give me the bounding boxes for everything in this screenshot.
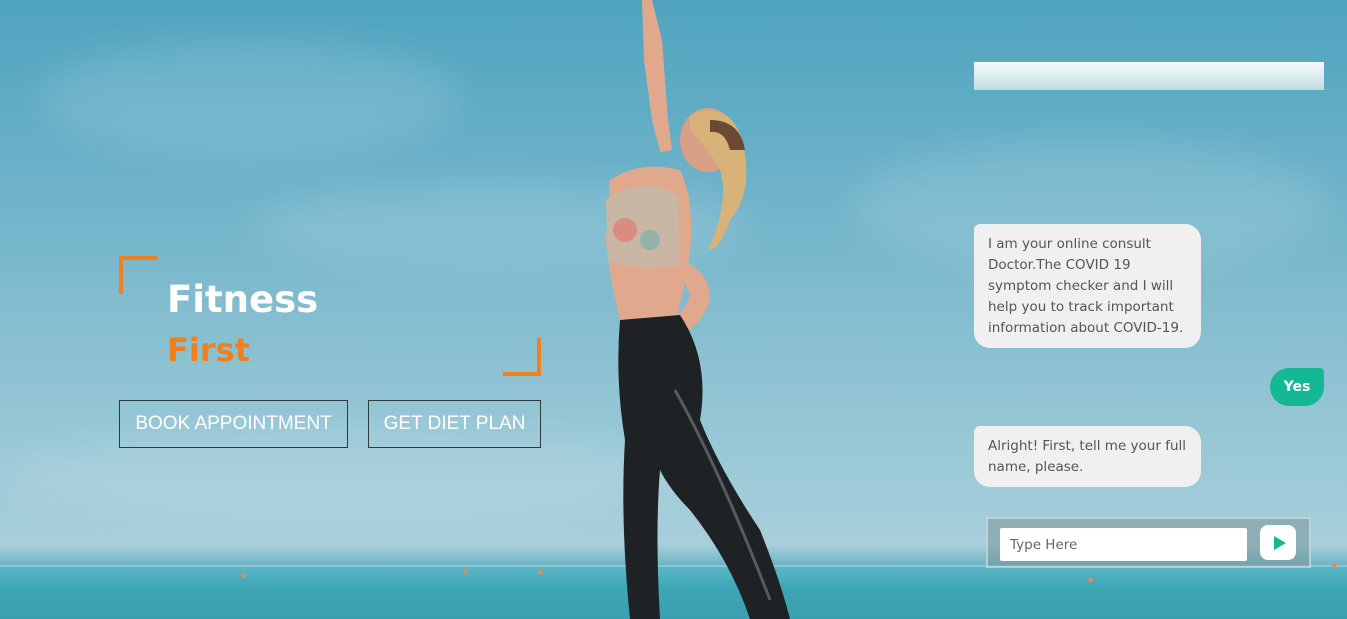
hero-title: Fitness [167,278,319,321]
swimmer [538,570,543,574]
send-icon [1273,535,1286,550]
chat-header [974,62,1324,90]
cloud [40,40,460,160]
swimmer [241,574,246,578]
send-button[interactable] [1260,525,1296,560]
chat-message-input[interactable] [1000,528,1247,561]
frame-corner-top-left [119,256,157,294]
bot-message: Alright! First, tell me your full name, … [974,426,1201,487]
swimmer [463,569,468,573]
hero-subtitle: First [167,331,250,369]
user-message-yes[interactable]: Yes [1270,368,1324,406]
bot-message: I am your online consult Doctor.The COVI… [974,224,1201,348]
get-diet-plan-button[interactable]: GET DIET PLAN [368,400,541,448]
woman-figure [606,0,790,619]
book-appointment-button[interactable]: BOOK APPOINTMENT [119,400,348,448]
swimmer [1332,563,1337,567]
frame-corner-bottom-right [503,338,541,376]
swimmer [1088,578,1093,582]
